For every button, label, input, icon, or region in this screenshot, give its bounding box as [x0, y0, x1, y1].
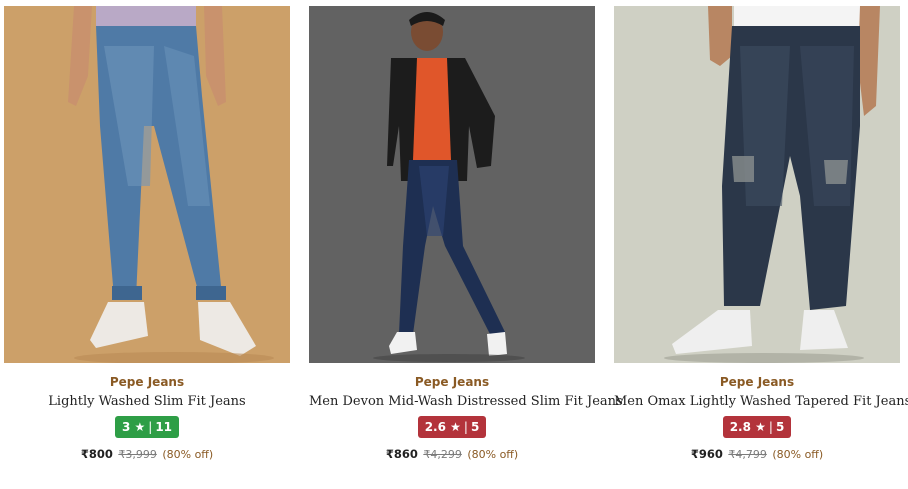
product-brand: Pepe Jeans	[109, 375, 185, 389]
original-price: ₹3,999	[118, 448, 157, 461]
rating-value: 2.8	[729, 420, 751, 434]
rating-row: 2.6 ★ | 5	[309, 416, 595, 438]
product-title[interactable]: Men Devon Mid-Wash Distressed Slim Fit J…	[309, 394, 623, 409]
discount-text: (80% off)	[467, 448, 519, 461]
star-icon: ★	[134, 420, 146, 434]
review-count: 5	[775, 420, 785, 434]
product-grid: Pepe Jeans Lightly Washed Slim Fit Jeans…	[0, 0, 908, 489]
discount-text: (80% off)	[162, 448, 214, 461]
original-price: ₹4,299	[423, 448, 462, 461]
price-row: ₹960 ₹4,799 (80% off)	[614, 447, 900, 461]
price-row: ₹860 ₹4,299 (80% off)	[309, 447, 595, 461]
sale-price: ₹860	[385, 447, 418, 461]
rating-separator: |	[148, 420, 153, 434]
sale-price: ₹960	[690, 447, 723, 461]
product-photo-illustration	[614, 6, 900, 363]
review-count: 11	[155, 420, 173, 434]
sale-price: ₹800	[80, 447, 113, 461]
product-photo-illustration	[4, 6, 290, 363]
star-icon: ★	[450, 420, 461, 434]
product-image[interactable]	[614, 6, 900, 363]
rating-badge: 2.8 ★ | 5	[722, 416, 792, 438]
discount-text: (80% off)	[772, 448, 824, 461]
product-card[interactable]: Pepe Jeans Men Devon Mid-Wash Distressed…	[309, 6, 623, 476]
product-card[interactable]: Pepe Jeans Lightly Washed Slim Fit Jeans…	[4, 6, 290, 476]
product-brand: Pepe Jeans	[719, 375, 795, 389]
rating-separator: |	[463, 420, 468, 434]
rating-value: 2.6	[424, 420, 446, 434]
star-icon: ★	[755, 420, 766, 434]
rating-value: 3	[121, 420, 131, 434]
product-photo-illustration	[309, 6, 595, 363]
rating-badge: 3 ★ | 11	[114, 416, 180, 438]
product-card[interactable]: Pepe Jeans Men Omax Lightly Washed Taper…	[614, 6, 908, 476]
product-image[interactable]	[4, 6, 290, 363]
rating-badge: 2.6 ★ | 5	[417, 416, 487, 438]
rating-row: 3 ★ | 11	[4, 416, 290, 438]
review-count: 5	[470, 420, 480, 434]
rating-row: 2.8 ★ | 5	[614, 416, 900, 438]
product-title[interactable]: Men Omax Lightly Washed Tapered Fit Jean…	[614, 394, 908, 409]
original-price: ₹4,799	[728, 448, 767, 461]
price-row: ₹800 ₹3,999 (80% off)	[4, 447, 290, 461]
product-image[interactable]	[309, 6, 595, 363]
product-brand: Pepe Jeans	[414, 375, 490, 389]
rating-separator: |	[768, 420, 773, 434]
product-title[interactable]: Lightly Washed Slim Fit Jeans	[4, 394, 290, 409]
